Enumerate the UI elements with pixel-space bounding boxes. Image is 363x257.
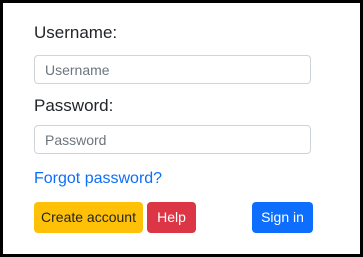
sign-in-button[interactable]: Sign in (252, 202, 313, 233)
login-panel: Username: Password: Forgot password? Cre… (0, 0, 363, 257)
username-input[interactable] (34, 55, 311, 84)
help-button[interactable]: Help (147, 202, 196, 233)
password-label: Password: (34, 96, 114, 115)
create-account-button[interactable]: Create account (34, 202, 143, 233)
username-label: Username: (34, 23, 118, 42)
password-input[interactable] (34, 125, 311, 154)
forgot-password-link[interactable]: Forgot password? (34, 170, 162, 188)
